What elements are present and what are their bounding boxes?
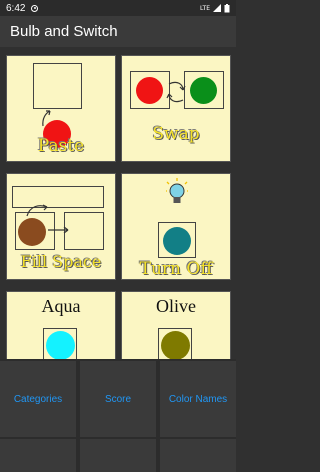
bottom-navigation: Categories Score Color Names: [0, 359, 236, 472]
bottom-row-left: [0, 439, 76, 472]
tile-swap[interactable]: Swap: [121, 55, 231, 162]
tile-olive[interactable]: Olive: [121, 291, 231, 359]
status-time: 6:42: [6, 2, 26, 14]
paste-target-box: [33, 63, 82, 109]
tile-caption: Swap: [152, 124, 200, 144]
app-title: Bulb and Switch: [10, 23, 118, 40]
status-bar: 6:42 LTE: [0, 0, 236, 16]
signal-icon: [213, 4, 221, 12]
battery-icon: [224, 3, 230, 12]
network-type: LTE: [200, 4, 210, 12]
green-circle: [190, 77, 217, 104]
app-bar: Bulb and Switch: [0, 16, 236, 47]
category-grid[interactable]: Paste Swap Fill Space Turn Off Aqua Oliv…: [0, 47, 236, 359]
tile-caption: Paste: [37, 136, 85, 156]
bulb-icon: [166, 178, 188, 203]
tile-paste[interactable]: Paste: [6, 55, 116, 162]
teal-circle: [163, 227, 191, 255]
olive-circle: [161, 331, 190, 359]
tile-caption: Aqua: [41, 296, 81, 316]
color-names-button[interactable]: Color Names: [160, 361, 236, 437]
tile-aqua[interactable]: Aqua: [6, 291, 116, 359]
status-indicators: LTE: [200, 3, 230, 13]
curved-arrow-icon: [26, 204, 48, 217]
categories-button[interactable]: Categories: [0, 361, 76, 437]
bottom-row-right: [160, 439, 236, 472]
tile-caption: Olive: [156, 296, 196, 316]
swap-arrows-icon: [166, 81, 186, 103]
red-circle: [136, 77, 163, 104]
tile-caption: Turn Off: [139, 259, 213, 279]
aqua-circle: [46, 331, 75, 359]
fill-right-box: [64, 212, 104, 250]
tile-caption: Fill Space: [20, 252, 102, 271]
notification-icon: [31, 4, 39, 12]
brown-circle: [18, 218, 46, 246]
tile-fill-space[interactable]: Fill Space: [6, 173, 116, 280]
score-button[interactable]: Score: [80, 361, 156, 437]
right-arrow-icon: [48, 226, 69, 234]
bottom-row-mid: [80, 439, 156, 472]
tile-turn-off[interactable]: Turn Off: [121, 173, 231, 280]
